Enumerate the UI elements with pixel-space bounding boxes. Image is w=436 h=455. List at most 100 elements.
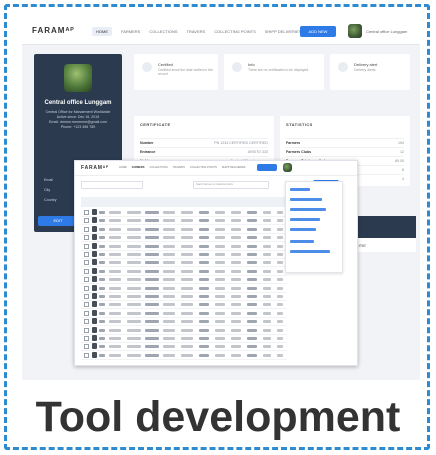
row-checkbox[interactable] — [84, 235, 89, 241]
row-checkbox[interactable] — [84, 352, 89, 358]
dropdown-item[interactable] — [290, 208, 326, 211]
table-row[interactable] — [81, 335, 287, 343]
row-checkbox[interactable] — [84, 210, 89, 215]
table-cell — [215, 227, 225, 231]
profile-line: Email: dmmm.mmmmm@gmail.com — [49, 120, 107, 124]
row-checkbox[interactable] — [84, 218, 89, 224]
table-row[interactable] — [81, 284, 287, 293]
table-cell — [277, 353, 283, 357]
table-row[interactable] — [81, 293, 287, 301]
nav-collecting-points[interactable]: COLLECTING POINTS — [214, 29, 256, 36]
table-row[interactable] — [81, 242, 287, 251]
table-filter-select[interactable] — [81, 181, 143, 189]
row-checkbox[interactable] — [84, 260, 89, 266]
row-checkbox[interactable] — [84, 319, 89, 325]
table-row[interactable] — [81, 326, 287, 335]
table-cell — [277, 311, 283, 315]
table-row[interactable] — [81, 234, 287, 243]
row-checkbox[interactable] — [84, 310, 89, 316]
nav-farmers[interactable]: FARMERS — [121, 29, 140, 36]
table-cell — [145, 353, 159, 357]
row-value: ARISTO 333 — [247, 150, 268, 154]
dropdown-item[interactable] — [290, 218, 320, 221]
table-row[interactable] — [81, 309, 287, 318]
table-nav-collections[interactable]: COLLECTIONS — [149, 166, 167, 169]
row-checkbox[interactable] — [84, 268, 89, 274]
row-checkbox[interactable] — [84, 336, 89, 341]
nav-home[interactable]: HOME — [92, 27, 112, 36]
table-row[interactable] — [81, 276, 287, 285]
table-cell — [215, 328, 225, 332]
nav-shipp-deliveries[interactable]: SHIPP DELIVERIES — [265, 29, 302, 36]
table-add-button[interactable] — [257, 164, 277, 171]
table-cell — [163, 337, 175, 340]
row-checkbox[interactable] — [84, 243, 89, 249]
farmer-photo — [92, 259, 97, 266]
row-checkbox[interactable] — [84, 302, 89, 308]
farmer-photo — [92, 225, 97, 232]
table-cell — [109, 227, 121, 231]
table-row[interactable] — [81, 301, 287, 310]
table-header — [81, 197, 287, 207]
row-checkbox[interactable] — [84, 277, 89, 283]
table-cell — [263, 278, 271, 282]
table-row[interactable] — [81, 351, 287, 360]
stat-card-title: Delivery alert — [354, 62, 378, 67]
table-row[interactable] — [81, 318, 287, 327]
table-row[interactable] — [81, 267, 287, 276]
table-cell — [99, 261, 105, 265]
profile-line: Active since: Dec 16, 2019 — [56, 115, 100, 119]
table-cell — [163, 261, 175, 265]
user-name[interactable]: Central office Lunggam — [366, 29, 407, 34]
edit-button[interactable]: EDIT — [38, 216, 78, 226]
nav-travers[interactable]: TRAVERS — [187, 29, 206, 36]
table-cell — [215, 253, 225, 256]
table-cell — [127, 303, 141, 307]
table-nav-shipp-deliveries[interactable]: SHIPP DELIVERIES — [222, 166, 246, 169]
row-checkbox[interactable] — [84, 344, 89, 350]
table-cell — [231, 328, 241, 332]
table-cell — [199, 320, 209, 324]
dropdown-item[interactable] — [290, 228, 316, 231]
table-cell — [109, 236, 121, 240]
table-cell — [247, 236, 257, 240]
table-row[interactable] — [81, 259, 287, 268]
row-checkbox[interactable] — [84, 252, 89, 257]
table-nav-home[interactable]: HOME — [119, 166, 127, 169]
nav-collections[interactable]: COLLECTIONS — [149, 29, 177, 36]
table-row[interactable] — [81, 225, 287, 234]
dropdown-item[interactable] — [290, 188, 310, 191]
table-cell — [127, 211, 141, 214]
table-cell — [99, 303, 105, 307]
add-new-button[interactable]: ADD NEW — [300, 26, 336, 37]
table-cell — [199, 253, 209, 256]
row-checkbox[interactable] — [84, 294, 89, 299]
table-cell — [277, 337, 283, 340]
table-row[interactable] — [81, 217, 287, 226]
dropdown-item[interactable] — [290, 240, 314, 243]
table-row[interactable] — [81, 209, 287, 217]
dropdown-item[interactable] — [290, 250, 330, 253]
table-cell — [109, 311, 121, 315]
row-checkbox[interactable] — [84, 327, 89, 333]
table-nav-collecting-points[interactable]: COLLECTING POINTS — [190, 166, 217, 169]
row-checkbox[interactable] — [84, 226, 89, 232]
table-cell — [231, 227, 241, 231]
table-cell — [247, 227, 257, 231]
user-avatar[interactable] — [348, 24, 362, 38]
table-cell — [109, 269, 121, 273]
table-cell — [199, 219, 209, 223]
table-row[interactable] — [81, 251, 287, 259]
table-cell — [263, 244, 271, 248]
table-row[interactable] — [81, 343, 287, 352]
table-user-avatar[interactable] — [283, 163, 292, 172]
table-cell — [277, 328, 283, 332]
table-nav-farmers[interactable]: FARMERS — [132, 166, 145, 169]
table-search-input[interactable]: Search farmers or collection points — [193, 181, 269, 189]
table-nav-travers[interactable]: TRAVERS — [173, 166, 185, 169]
row-checkbox[interactable] — [84, 285, 89, 291]
table-cell — [263, 311, 271, 315]
table-cell — [99, 244, 105, 248]
dropdown-item[interactable] — [290, 198, 322, 201]
table-cell — [231, 269, 241, 273]
